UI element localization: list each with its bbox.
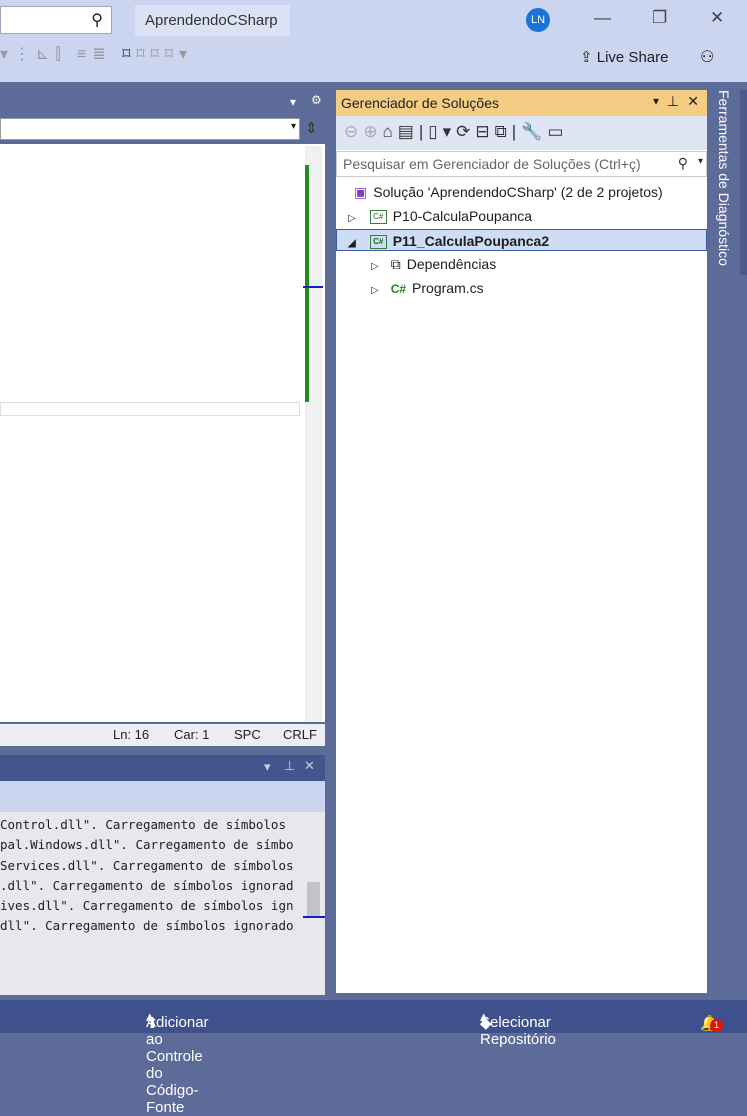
live-share-label: Live Share <box>596 49 669 66</box>
dependencies-icon: ⧉ <box>390 256 401 272</box>
tree-dependencies[interactable]: ▷ ⧉ Dependências <box>336 253 707 275</box>
output-line: pal.Windows.dll". Carregamento de símbo <box>0 837 294 853</box>
dropdown-icon[interactable]: ▾ <box>264 759 271 775</box>
member-dropdown[interactable]: ▾ <box>0 118 300 140</box>
search-input[interactable]: ⚲ <box>0 6 112 34</box>
tree-label: Dependências <box>406 256 497 272</box>
output-toolbar <box>0 781 325 812</box>
output-line: .dll". Carregamento de símbolos ignorad <box>0 877 294 893</box>
output-header: ▾ ⊥ ✕ <box>0 755 325 781</box>
output-scrollbar[interactable] <box>303 812 325 972</box>
tree-label: P10-CalculaPoupanca <box>392 208 533 224</box>
tree-label: Solução 'AprendendoCSharp' (2 de 2 proje… <box>373 184 663 200</box>
output-line: dll". Carregamento de símbolos ignorado <box>0 918 294 934</box>
close-icon[interactable]: ✕ <box>687 93 699 110</box>
repository-button[interactable]: ◆ Selecionar Repositório ▴ <box>480 1007 556 1048</box>
gear-icon[interactable]: ⚙ <box>311 93 322 107</box>
csharp-project-icon: C# <box>369 235 387 250</box>
solution-icon: ▣ <box>354 184 368 200</box>
editor-header: ▾ ⚙ <box>0 90 325 116</box>
code-editor[interactable] <box>0 144 325 722</box>
project-title: AprendendoCSharp <box>135 5 290 36</box>
notification-badge: 1 <box>710 1019 723 1032</box>
source-control-button[interactable]: ⬆ Adicionar ao Controle do Código-Fonte … <box>146 1007 209 1116</box>
close-button[interactable]: ✕ <box>710 8 724 28</box>
repo-label: Selecionar Repositório <box>480 1014 556 1048</box>
pin-icon[interactable]: ⊥ <box>667 93 679 110</box>
live-share-button[interactable]: ⇪ Live Share <box>580 48 668 66</box>
expand-icon[interactable]: ▷ <box>348 213 356 224</box>
restore-button[interactable]: ❐ <box>652 8 667 28</box>
dropdown-icon[interactable]: ▾ <box>653 94 659 108</box>
pin-icon[interactable]: ⊥ <box>284 758 295 774</box>
change-margin <box>305 165 309 402</box>
expand-icon[interactable]: ▷ <box>371 285 379 296</box>
caret-marker <box>303 286 323 288</box>
status-bar: ⬆ Adicionar ao Controle do Código-Fonte … <box>0 1000 747 1116</box>
title-bar <box>0 0 747 82</box>
tree-label: Program.cs <box>412 280 484 296</box>
minimize-button[interactable]: — <box>594 8 611 28</box>
csharp-project-icon: C# <box>369 210 387 225</box>
split-icon[interactable]: ⇕ <box>305 119 318 137</box>
tree-project-p11[interactable]: ◢ C# P11_CalculaPoupanca2 <box>336 229 707 251</box>
bookmark-icon[interactable]: ⌑ <box>122 46 136 63</box>
search-icon: ⚲ <box>91 12 103 29</box>
output-line: ives.dll". Carregamento de símbolos ign <box>0 898 294 914</box>
search-placeholder: Pesquisar em Gerenciador de Soluções (Ct… <box>343 156 641 172</box>
line-indicator: Ln: 16 <box>113 727 150 742</box>
expand-icon[interactable]: ▷ <box>371 261 379 272</box>
tree-program-cs[interactable]: ▷ C# Program.cs <box>336 277 707 299</box>
csharp-file-icon: C# <box>390 282 407 296</box>
col-indicator: Car: 1 <box>174 727 210 742</box>
output-text[interactable]: Control.dll". Carregamento de símbolos pa… <box>0 812 325 995</box>
solution-explorer: Gerenciador de Soluções ▾ ⊥ ✕ ⊖⊕⌂▤|▯▾⟳⊟⧉|🔧▭… <box>336 90 707 993</box>
toolbar-icons[interactable]: ▾⋮⊾⫿ ≡≣ ⌑⌑⌑⌑▾ <box>0 44 193 64</box>
share-icon: ⇪ <box>580 49 597 66</box>
feedback-icon[interactable]: ⚇ <box>700 47 714 67</box>
editor-status: Ln: 16 Car: 1 SPC CRLF <box>0 724 325 746</box>
solution-explorer-header: Gerenciador de Soluções ▾ ⊥ ✕ <box>336 90 707 116</box>
search-icon: ⚲ <box>677 155 688 171</box>
panel-title: Gerenciador de Soluções <box>341 95 499 111</box>
side-scrollbar[interactable] <box>740 90 747 275</box>
tree-label: P11_CalculaPoupanca2 <box>392 233 550 249</box>
eol-indicator[interactable]: CRLF <box>283 727 317 742</box>
diagnostic-tools-tab[interactable]: Ferramentas de Diagnóstico <box>707 90 740 390</box>
tree-project-p10[interactable]: ▷ C# P10-CalculaPoupanca <box>336 205 707 227</box>
output-line: Control.dll". Carregamento de símbolos <box>0 817 286 832</box>
solution-explorer-toolbar[interactable]: ⊖⊕⌂▤|▯▾⟳⊟⧉|🔧▭ <box>336 116 707 150</box>
solution-search-input[interactable]: Pesquisar em Gerenciador de Soluções (Ct… <box>336 151 707 177</box>
avatar[interactable]: LN <box>526 8 550 32</box>
source-control-label: Adicionar ao Controle do Código-Fonte <box>146 1014 209 1116</box>
spaces-indicator[interactable]: SPC <box>234 727 261 742</box>
close-icon[interactable]: ✕ <box>304 758 315 774</box>
collapse-icon[interactable]: ◢ <box>348 238 356 249</box>
tree-solution[interactable]: ▣ Solução 'AprendendoCSharp' (2 de 2 proj… <box>336 181 707 203</box>
output-line: Services.dll". Carregamento de símbolos <box>0 857 294 873</box>
dropdown-icon[interactable]: ▾ <box>290 95 296 109</box>
